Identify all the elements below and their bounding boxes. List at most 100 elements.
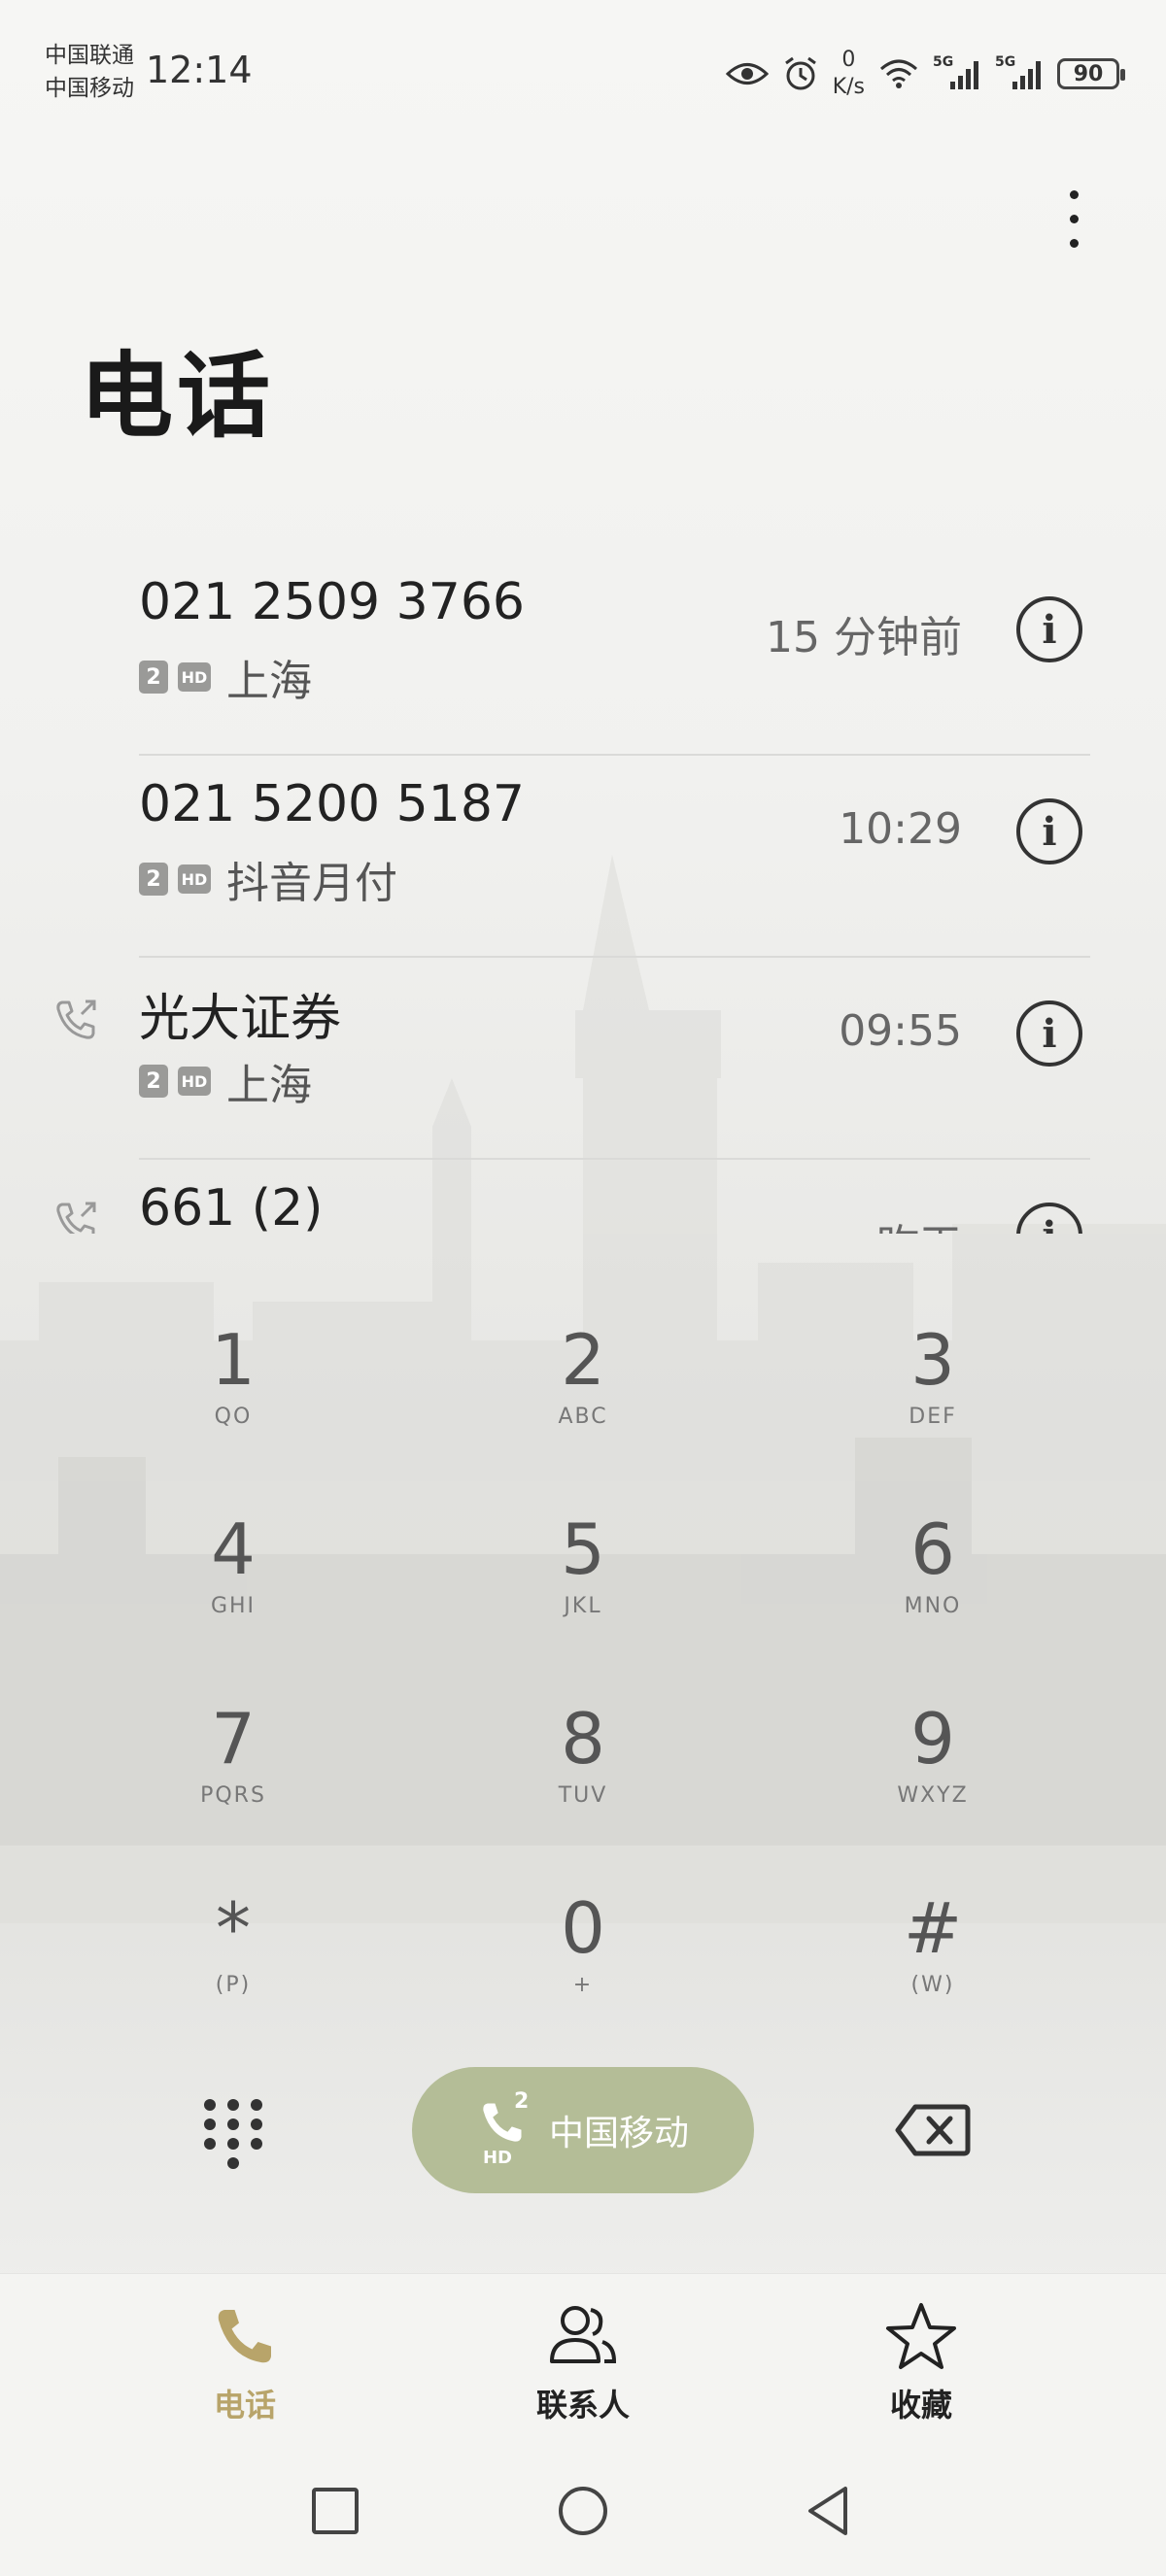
- sim-badge: 2: [139, 863, 168, 896]
- more-dot-icon: [1069, 214, 1079, 223]
- call-log-item[interactable]: 光大证券 2 HD 上海 09:55 i: [0, 958, 1166, 1160]
- more-options-button[interactable]: [1049, 175, 1098, 262]
- battery-indicator: 90: [1057, 58, 1125, 89]
- key-digit: 0: [561, 1887, 605, 1969]
- key-letters: DEF: [909, 1405, 957, 1429]
- call-time: 昨天: [876, 1210, 962, 1234]
- tab-contacts[interactable]: 联系人: [486, 2301, 680, 2427]
- call-button-label: 中国移动: [548, 2114, 689, 2153]
- more-dot-icon: [1069, 238, 1079, 248]
- dial-key-3[interactable]: 3 DEF: [787, 1302, 1079, 1481]
- more-dot-icon: [1069, 189, 1079, 199]
- tab-favorites[interactable]: 收藏: [824, 2301, 1018, 2427]
- recent-apps-icon[interactable]: [301, 2477, 369, 2545]
- network-speed-value: 0: [841, 48, 856, 72]
- outgoing-call-icon: [56, 1000, 96, 1039]
- key-digit: 2: [561, 1319, 605, 1401]
- call-info-button[interactable]: i: [1016, 798, 1082, 864]
- dialpad-toggle-icon[interactable]: [194, 2093, 272, 2171]
- alarm-icon: [784, 56, 816, 90]
- system-navigation-bar: [0, 2448, 1166, 2576]
- tab-label: 收藏: [889, 2387, 952, 2423]
- dial-key-2[interactable]: 2 ABC: [437, 1302, 729, 1481]
- dial-key-1[interactable]: 1 QO: [87, 1302, 379, 1481]
- status-time: 12:14: [146, 49, 253, 91]
- call-log-item[interactable]: 021 5200 5187 2 HD 抖音月付 10:29 i: [0, 756, 1166, 958]
- key-letters: QO: [214, 1405, 253, 1429]
- caller-name: 661 (2): [139, 1179, 324, 1234]
- dial-key-4[interactable]: 4 GHI: [87, 1491, 379, 1671]
- dialpad: 1 QO 2 ABC 3 DEF 4 GHI 5 JKL 6 MNO 7 PQRS 8 TUV …: [0, 1302, 1166, 2059]
- key-digit: 4: [211, 1508, 256, 1590]
- info-icon: i: [1042, 808, 1057, 855]
- wifi-icon: [880, 59, 917, 88]
- cell-signal-2: 5G: [995, 54, 1044, 91]
- network-speed-unit: K/s: [832, 75, 865, 99]
- key-letters: (P): [215, 1973, 252, 1997]
- call-info-button[interactable]: i: [1016, 596, 1082, 662]
- sim-badge: 2: [139, 1065, 168, 1098]
- call-log-item[interactable]: 021 2509 3766 2 HD 上海 15 分钟前 i: [0, 554, 1166, 756]
- network-speed: 0 K/s: [833, 47, 865, 101]
- carrier-2: 中国移动: [45, 76, 134, 101]
- dial-key-7[interactable]: 7 PQRS: [87, 1680, 379, 1860]
- key-letters: TUV: [558, 1783, 608, 1808]
- back-icon[interactable]: [797, 2477, 865, 2545]
- dialpad-actions: 2 HD 中国移动: [0, 2064, 1166, 2195]
- key-digit: 6: [910, 1508, 955, 1590]
- caller-location: 上海: [226, 1061, 312, 1110]
- hd-badge: HD: [178, 662, 211, 692]
- caller-name: 021 5200 5187: [139, 775, 525, 833]
- carrier-1: 中国联通: [45, 43, 134, 68]
- dial-key-0[interactable]: 0 +: [437, 1870, 729, 2050]
- key-digit: 8: [561, 1698, 605, 1779]
- call-time: 10:29: [839, 804, 962, 854]
- backspace-icon[interactable]: [894, 2101, 972, 2159]
- caller-location: 上海: [226, 657, 312, 706]
- dial-key-star[interactable]: * (P): [87, 1870, 379, 2050]
- call-info-button[interactable]: i: [1016, 1000, 1082, 1067]
- caller-name: 021 2509 3766: [139, 573, 525, 631]
- info-icon: i: [1042, 1010, 1057, 1057]
- page-title: 电话: [80, 342, 274, 451]
- cell-signal-2-label: 5G: [995, 54, 1016, 70]
- key-digit: #: [903, 1887, 963, 1969]
- call-info-button[interactable]: i: [1016, 1203, 1082, 1234]
- key-letters: PQRS: [200, 1783, 266, 1808]
- tab-phone[interactable]: 电话: [148, 2301, 342, 2427]
- call-button[interactable]: 2 HD 中国移动: [412, 2067, 754, 2193]
- phone-icon: [218, 2310, 271, 2363]
- key-digit: 9: [910, 1698, 955, 1779]
- key-letters: WXYZ: [897, 1783, 969, 1808]
- bottom-navigation: 电话 联系人 收藏: [0, 2273, 1166, 2449]
- dial-key-6[interactable]: 6 MNO: [787, 1491, 1079, 1671]
- hd-badge: HD: [178, 864, 211, 894]
- call-log-list[interactable]: 021 2509 3766 2 HD 上海 15 分钟前 i 021 5200 …: [0, 554, 1166, 1234]
- eye-icon: [725, 63, 769, 85]
- carrier-names: 中国联通 中国移动: [45, 39, 134, 105]
- call-log-item[interactable]: 661 (2) 昨天 i: [0, 1160, 1166, 1234]
- home-icon[interactable]: [549, 2477, 617, 2545]
- call-time: 15 分钟前: [766, 613, 962, 662]
- hd-label: HD: [482, 2148, 512, 2168]
- key-letters: GHI: [210, 1594, 257, 1618]
- key-digit: 7: [211, 1698, 256, 1779]
- hd-badge: HD: [178, 1067, 211, 1096]
- call-details: 2 HD 上海: [139, 646, 312, 708]
- dial-key-9[interactable]: 9 WXYZ: [787, 1680, 1079, 1860]
- key-digit: 5: [561, 1508, 605, 1590]
- star-icon: [886, 2303, 956, 2369]
- cell-signal-1-label: 5G: [933, 54, 954, 70]
- key-letters: JKL: [564, 1594, 602, 1618]
- call-details: 2 HD 上海: [139, 1050, 312, 1112]
- sim-badge: 2: [139, 661, 168, 694]
- contacts-icon: [550, 2306, 617, 2363]
- key-letters: +: [572, 1973, 594, 1997]
- outgoing-call-icon: [56, 1202, 96, 1234]
- dial-key-5[interactable]: 5 JKL: [437, 1491, 729, 1671]
- dial-key-hash[interactable]: # (W): [787, 1870, 1079, 2050]
- key-letters: (W): [910, 1973, 955, 1997]
- key-digit: 3: [910, 1319, 955, 1401]
- status-icons: 0 K/s 5G 5G 90: [725, 47, 1125, 101]
- dial-key-8[interactable]: 8 TUV: [437, 1680, 729, 1860]
